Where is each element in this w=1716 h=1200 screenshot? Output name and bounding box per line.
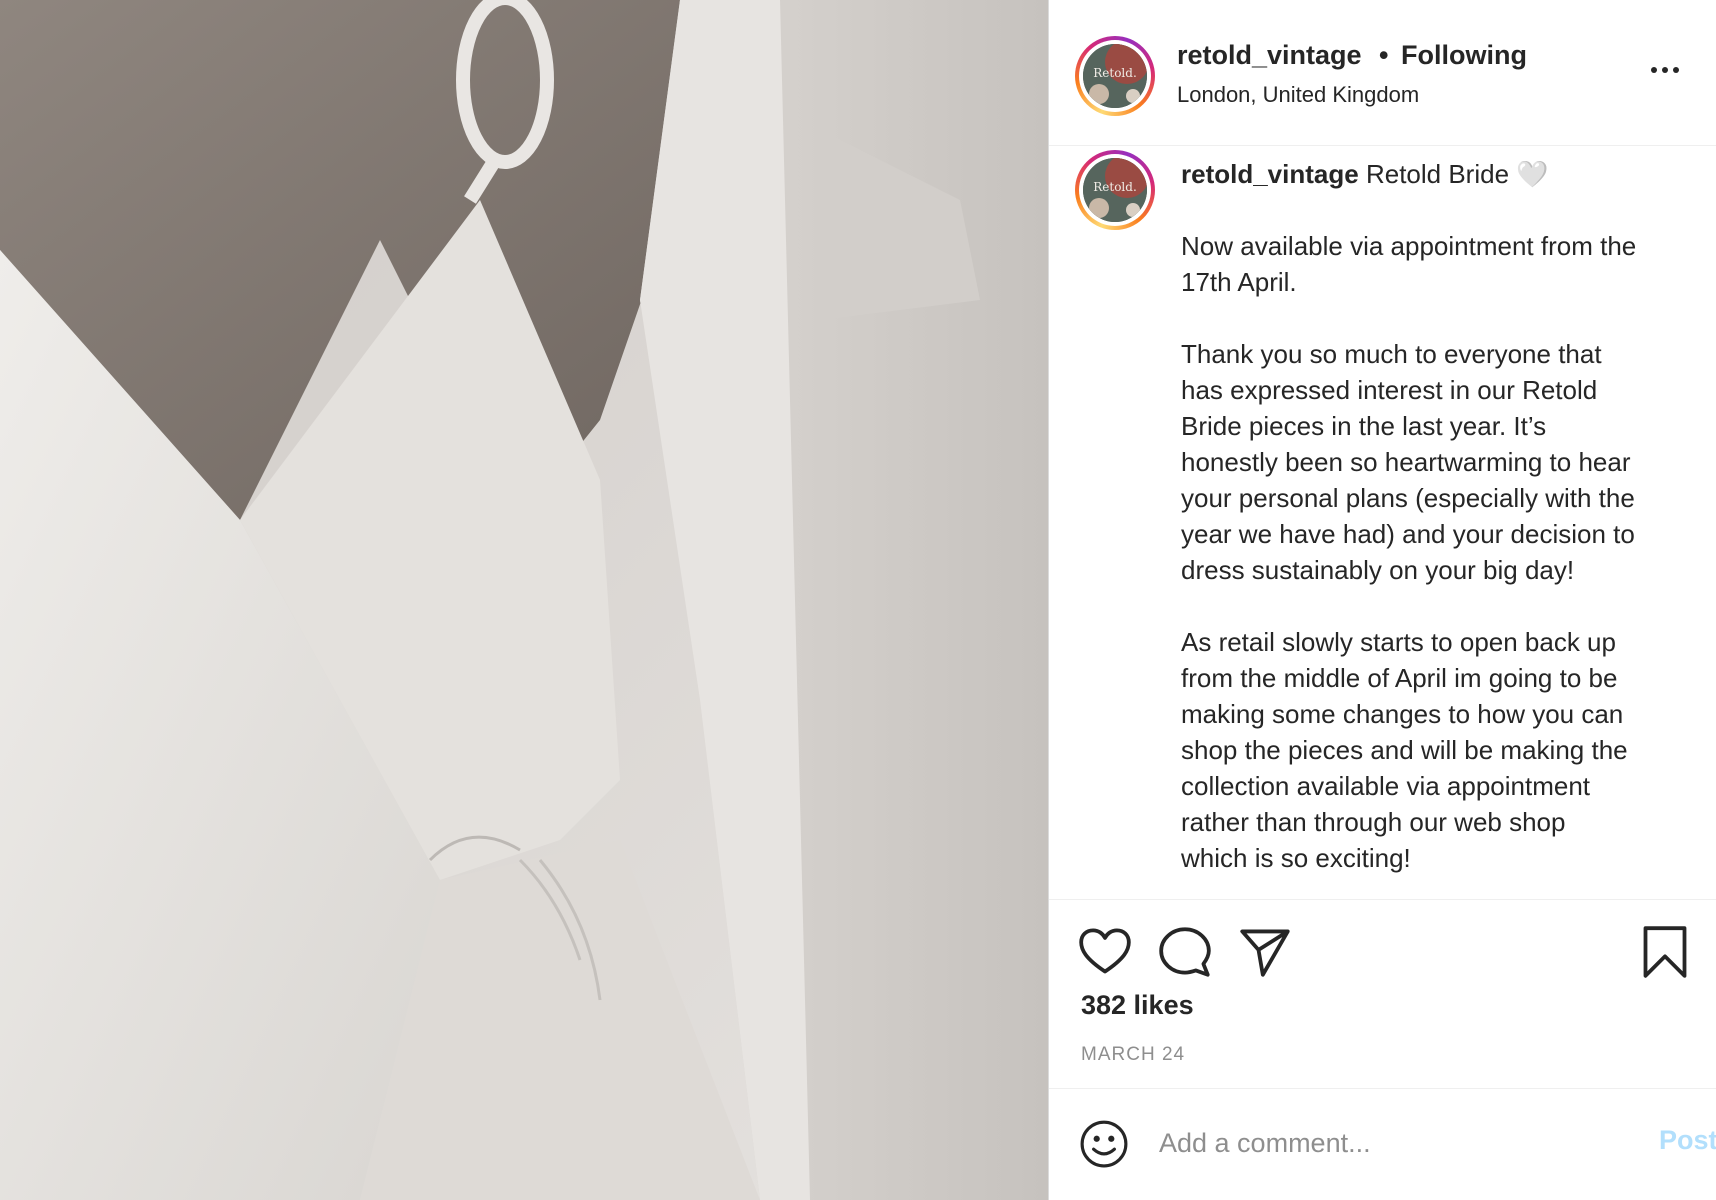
caption-username[interactable]: retold_vintage — [1181, 159, 1359, 189]
comment-input[interactable] — [1159, 1123, 1579, 1163]
caption-line: year we have had) and your decision to — [1181, 519, 1635, 549]
post-comment-button[interactable]: Post — [1659, 1125, 1716, 1156]
caption-line: collection available via appointment — [1181, 771, 1591, 801]
caption-line: has expressed interest in our Retold — [1181, 375, 1598, 405]
header-avatar[interactable]: Retold. — [1075, 36, 1155, 116]
caption-avatar[interactable]: Retold. — [1075, 150, 1155, 230]
caption-line: your personal plans (especially with the — [1181, 483, 1635, 513]
caption-line: rather than through our web shop — [1181, 807, 1566, 837]
comment-bar: Post — [1049, 1088, 1716, 1200]
caption-paragraph: As retail slowly starts to open back up … — [1181, 624, 1701, 876]
post-side-panel: Retold. retold_vintage • Following Londo… — [1048, 0, 1716, 1200]
header-separator: • — [1379, 40, 1389, 70]
caption-title: Retold Bride 🤍 — [1365, 159, 1549, 189]
caption-line: Now available via appointment from the — [1181, 231, 1637, 261]
caption-line: Bride pieces in the last year. It’s — [1181, 411, 1547, 441]
caption-line: shop the pieces and will be making the — [1181, 735, 1628, 765]
dress-photo-image — [0, 0, 1048, 1200]
instagram-post: Retold. retold_vintage • Following Londo… — [0, 0, 1716, 1200]
caption-line: from the middle of April im going to be — [1181, 663, 1618, 693]
avatar-logo-text: Retold. — [1093, 180, 1137, 194]
caption-line: dress sustainably on your big day! — [1181, 555, 1575, 585]
caption-paragraph: Thank you so much to everyone that has e… — [1181, 336, 1701, 588]
heart-icon[interactable] — [1079, 926, 1131, 978]
post-header: Retold. retold_vintage • Following Londo… — [1049, 0, 1716, 146]
avatar-logo-text: Retold. — [1093, 66, 1137, 80]
likes-count[interactable]: 382 likes — [1081, 990, 1194, 1021]
header-username[interactable]: retold_vintage — [1177, 40, 1362, 71]
caption-text: retold_vintage Retold Bride 🤍 Now availa… — [1181, 156, 1701, 876]
caption-line: honestly been so heartwarming to hear — [1181, 447, 1631, 477]
smiley-icon[interactable] — [1079, 1119, 1129, 1169]
caption-paragraph: Now available via appointment from the 1… — [1181, 228, 1701, 300]
caption-line: Thank you so much to everyone that — [1181, 339, 1602, 369]
caption-line: 17th April. — [1181, 267, 1297, 297]
action-bar — [1049, 900, 1716, 988]
caption-section: Retold. retold_vintage Retold Bride 🤍 No… — [1049, 146, 1716, 900]
post-date[interactable]: MARCH 24 — [1081, 1044, 1185, 1066]
post-photo[interactable] — [0, 0, 1048, 1200]
header-location[interactable]: London, United Kingdom — [1177, 82, 1419, 108]
caption-line: As retail slowly starts to open back up — [1181, 627, 1616, 657]
following-button[interactable]: Following — [1401, 40, 1527, 71]
caption-line: making some changes to how you can — [1181, 699, 1624, 729]
paper-plane-icon[interactable] — [1239, 926, 1291, 978]
caption-line: which is so exciting! — [1181, 843, 1411, 873]
bookmark-icon[interactable] — [1639, 926, 1691, 978]
more-options-icon[interactable] — [1645, 60, 1685, 80]
comment-icon[interactable] — [1159, 926, 1211, 978]
